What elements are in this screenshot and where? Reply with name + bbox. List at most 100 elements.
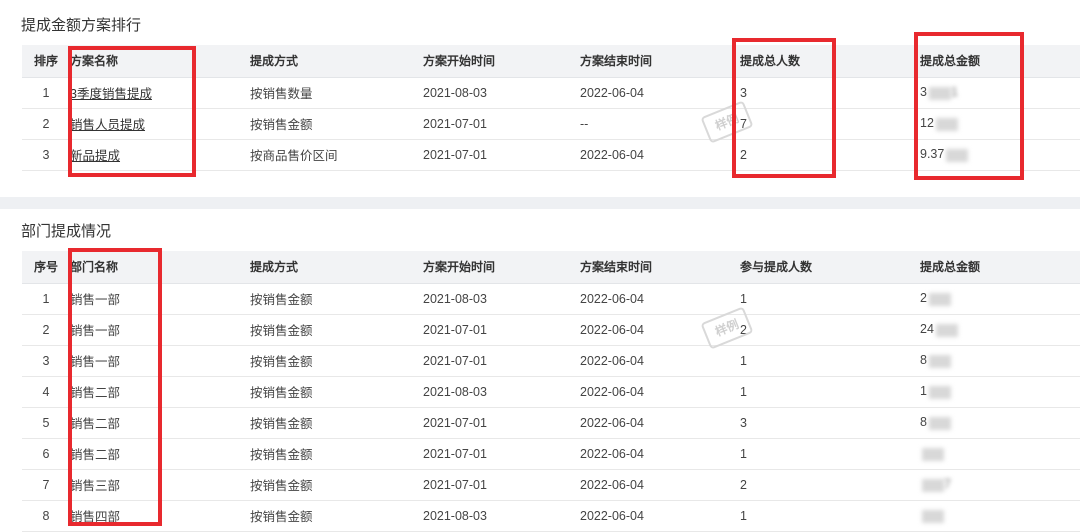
col-header-people: 提成总人数 [740,45,920,78]
redacted-amount [928,86,951,100]
redacted-amount [922,509,944,523]
redacted-amount [928,354,951,368]
dept-name-cell: 销售一部 [70,345,250,377]
amount-cell: 8 [920,407,1080,439]
dept-name-cell: 销售三部 [70,469,250,501]
table-row: 7 销售三部 按销售金额 2021-07-01 2022-06-04 2 7 [22,469,1080,501]
people-count-cell: 3 [740,407,920,439]
people-count-cell: 1 [740,376,920,408]
amount-cell: 2 [920,283,1080,315]
col-header-end: 方案结束时间 [580,251,740,284]
col-header-start: 方案开始时间 [423,45,580,78]
col-header-rank: 排序 [22,45,70,78]
method-cell: 按销售金额 [250,345,423,377]
people-count-cell: 1 [740,345,920,377]
table-row: 4 销售二部 按销售金额 2021-08-03 2022-06-04 1 1 [22,376,1080,408]
amount-visible: 24 [920,322,934,337]
start-date-cell: 2021-07-01 [423,139,580,171]
amount-visible: 1 [920,384,927,399]
rank-cell: 2 [22,108,70,140]
start-date-cell: 2021-07-01 [423,438,580,470]
start-date-cell: 2021-07-01 [423,108,580,140]
scheme-name-link[interactable]: 3季度销售提成 [70,87,152,101]
end-date-cell: 2022-06-04 [580,139,740,171]
end-date-cell: 2022-06-04 [580,500,740,532]
dept-name-cell: 销售二部 [70,438,250,470]
index-cell: 1 [22,283,70,315]
amount-visible: 9.37 [920,147,945,162]
col-header-end: 方案结束时间 [580,45,740,78]
amount-cell: 9.37 [920,139,1080,171]
method-cell: 按销售金额 [250,108,423,140]
department-title: 部门提成情况 [21,223,112,240]
start-date-cell: 2021-08-03 [423,500,580,532]
people-count-cell: 2 [740,314,920,346]
table-row: 6 销售二部 按销售金额 2021-07-01 2022-06-04 1 [22,438,1080,470]
people-count-cell: 1 [740,438,920,470]
amount-visible: 3 [920,85,927,100]
table-header-row: 排序 方案名称 提成方式 方案开始时间 方案结束时间 提成总人数 提成总金额 [22,45,1080,78]
people-count-cell: 2 [740,469,920,501]
method-cell: 按销售金额 [250,438,423,470]
amount-cell [920,438,1080,470]
scheme-name-cell: 新品提成 [70,139,250,171]
scheme-name-cell: 销售人员提成 [70,108,250,140]
end-date-cell: 2022-06-04 [580,407,740,439]
col-header-method: 提成方式 [250,251,423,284]
end-date-cell: 2022-06-04 [580,283,740,315]
table-row: 3 新品提成 按商品售价区间 2021-07-01 2022-06-04 2 9.37 [22,139,1080,171]
scheme-ranking-panel: 提成金额方案排行 排序 方案名称 提成方式 方案开始时间 方案结束时间 提成总人… [0,0,1080,197]
method-cell: 按商品售价区间 [250,139,423,171]
method-cell: 按销售金额 [250,500,423,532]
start-date-cell: 2021-07-01 [423,407,580,439]
end-date-cell: 2022-06-04 [580,376,740,408]
people-count-cell: 7 [740,108,920,140]
redacted-amount [935,323,958,337]
index-cell: 6 [22,438,70,470]
end-date-cell: 2022-06-04 [580,438,740,470]
end-date-cell: 2022-06-04 [580,345,740,377]
redacted-amount [928,385,951,399]
amount-visible: 2 [920,291,927,306]
col-header-start: 方案开始时间 [423,251,580,284]
dept-name-cell: 销售二部 [70,407,250,439]
table-row: 5 销售二部 按销售金额 2021-07-01 2022-06-04 3 8 [22,407,1080,439]
dept-name-cell: 销售一部 [70,314,250,346]
col-header-amount: 提成总金额 [920,45,1080,78]
table-row: 2 销售一部 按销售金额 2021-07-01 2022-06-04 2 24 [22,314,1080,346]
amount-cell: 12 [920,108,1080,140]
method-cell: 按销售金额 [250,376,423,408]
table-row: 3 销售一部 按销售金额 2021-07-01 2022-06-04 1 8 [22,345,1080,377]
index-cell: 4 [22,376,70,408]
start-date-cell: 2021-08-03 [423,283,580,315]
table-header-row: 序号 部门名称 提成方式 方案开始时间 方案结束时间 参与提成人数 提成总金额 [22,251,1080,284]
redacted-amount [928,416,951,430]
col-header-scheme-name: 方案名称 [70,45,250,78]
table-row: 2 销售人员提成 按销售金额 2021-07-01 -- 7 12 [22,108,1080,140]
people-count-cell: 1 [740,500,920,532]
department-panel: 部门提成情况 序号 部门名称 提成方式 方案开始时间 方案结束时间 参与提成人数… [0,209,1080,532]
amount-cell: 31 [920,77,1080,109]
scheme-name-link[interactable]: 新品提成 [70,149,120,163]
dept-name-cell: 销售四部 [70,500,250,532]
index-cell: 7 [22,469,70,501]
rank-cell: 1 [22,77,70,109]
amount-cell [920,500,1080,532]
scheme-name-link[interactable]: 销售人员提成 [70,118,145,132]
amount-tail: 7 [944,477,951,492]
end-date-cell: 2022-06-04 [580,469,740,501]
amount-cell: 8 [920,345,1080,377]
redacted-amount [946,148,969,162]
amount-cell: 24 [920,314,1080,346]
redacted-amount [935,117,958,131]
start-date-cell: 2021-08-03 [423,376,580,408]
section-divider [0,197,1080,209]
index-cell: 8 [22,500,70,532]
amount-tail: 1 [950,85,958,100]
rank-cell: 3 [22,139,70,171]
index-cell: 3 [22,345,70,377]
start-date-cell: 2021-07-01 [423,469,580,501]
amount-visible: 8 [920,415,927,430]
redacted-amount [922,447,944,461]
table-row: 1 3季度销售提成 按销售数量 2021-08-03 2022-06-04 3 3 1 [22,77,1080,109]
